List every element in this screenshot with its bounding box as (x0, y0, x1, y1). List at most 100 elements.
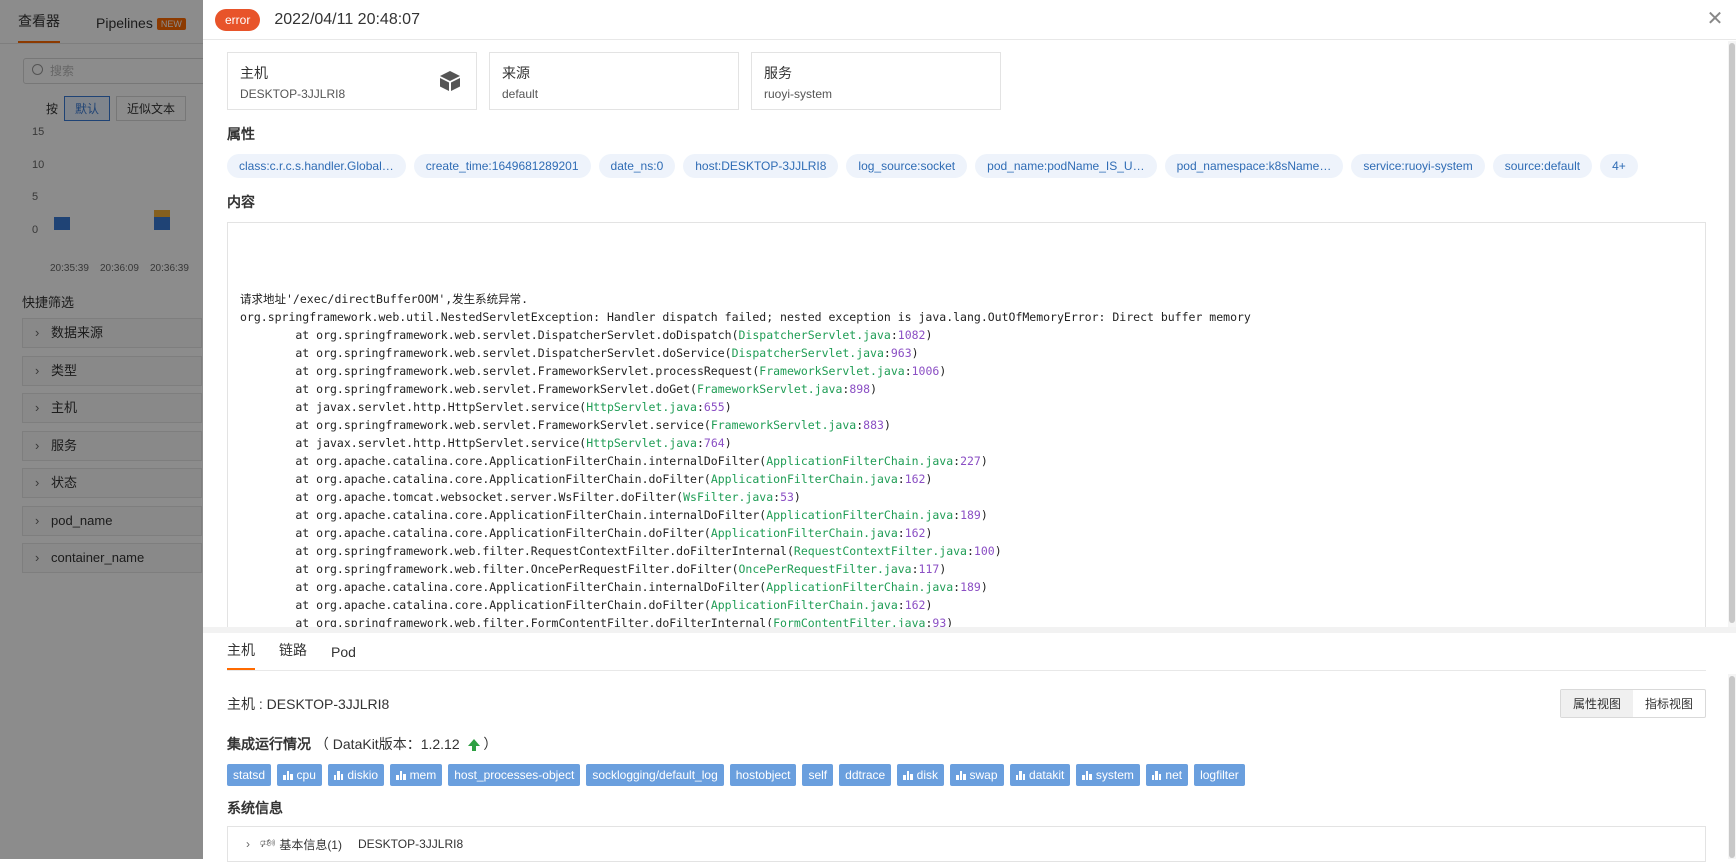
summary-card-value: DESKTOP-3JJLRI8 (240, 87, 346, 101)
upgrade-arrow-icon[interactable] (467, 738, 480, 751)
integration-chip[interactable]: datakit (1009, 764, 1071, 786)
integration-chip[interactable]: logfilter (1194, 764, 1245, 786)
log-line: at org.springframework.web.filter.OncePe… (240, 562, 947, 576)
log-line: at org.springframework.web.servlet.Frame… (240, 364, 947, 378)
upper-scrollbar[interactable] (1728, 41, 1736, 627)
log-line: at javax.servlet.http.HttpServlet.servic… (240, 400, 732, 414)
integration-chip[interactable]: hostobject (729, 764, 797, 786)
content-title: 内容 (227, 194, 255, 210)
close-icon[interactable]: ✕ (1706, 9, 1724, 29)
log-line-number: 655 (703, 400, 725, 414)
summary-card-title: 来源 (502, 65, 530, 81)
log-line: at org.springframework.web.servlet.Dispa… (240, 346, 919, 360)
log-line-number: 227 (960, 454, 981, 468)
integration-chip[interactable]: cpu (277, 764, 322, 786)
log-line-number: 898 (849, 382, 871, 396)
log-line-number: 764 (703, 436, 725, 450)
attribute-tag[interactable]: host:DESKTOP-3JJLRI8 (683, 154, 839, 178)
log-source-file[interactable]: ApplicationFilterChain.java (711, 598, 898, 612)
integration-chip[interactable]: disk (897, 764, 945, 786)
integration-chip[interactable]: ddtrace (839, 764, 892, 786)
log-source-file[interactable]: ApplicationFilterChain.java (766, 454, 953, 468)
log-source-file[interactable]: HttpServlet.java (586, 436, 697, 450)
log-source-file[interactable]: ApplicationFilterChain.java (711, 472, 898, 486)
integration-chip[interactable]: diskio (327, 764, 385, 786)
log-source-file[interactable]: FormContentFilter.java (773, 616, 925, 627)
log-line-number: 189 (960, 580, 981, 594)
system-info-row[interactable]: › 🕬 基本信息(1) DESKTOP-3JJLRI8 (227, 826, 1706, 862)
log-source-file[interactable]: DispatcherServlet.java (739, 328, 891, 342)
summary-card-2: 服务 ruoyi-system (751, 52, 1001, 110)
attribute-tag[interactable]: create_time:1649681289201 (413, 154, 591, 178)
integration-chip-label: ddtrace (845, 768, 886, 782)
log-detail-upper: 主机 DESKTOP-3JJLRI8 来源 default 服务 ruoyi-system… (203, 41, 1728, 627)
log-source-file[interactable]: ApplicationFilterChain.java (711, 526, 898, 540)
log-line-number: 100 (973, 544, 995, 558)
attribute-tag[interactable]: service:ruoyi-system (1351, 154, 1485, 178)
attribute-tag[interactable]: class:c.r.c.s.handler.Global… (227, 154, 406, 178)
log-source-file[interactable]: WsFilter.java (683, 490, 773, 504)
bar-chart-icon (903, 770, 913, 780)
system-info-title: 系统信息 (227, 800, 283, 816)
integration-chip-label: diskio (347, 768, 379, 782)
copy-icon[interactable] (1681, 235, 1693, 248)
attribute-tag[interactable]: 4+ (1600, 154, 1638, 178)
summary-card-title: 主机 (240, 65, 268, 81)
view-toggle-option[interactable]: 指标视图 (1633, 690, 1705, 717)
attribute-tag[interactable]: date_ns:0 (598, 154, 676, 178)
datakit-version: （ DataKit版本：1.2.12 (314, 736, 460, 752)
log-source-file[interactable]: RequestContextFilter.java (794, 544, 967, 558)
tab-0[interactable]: 主机 (227, 640, 255, 670)
bar-chart-icon (956, 770, 966, 780)
status-badge: error (215, 8, 261, 31)
log-source-file[interactable]: FrameworkServlet.java (697, 382, 842, 396)
integration-chip[interactable]: mem (390, 764, 443, 786)
log-line-number: 162 (904, 598, 926, 612)
log-source-file[interactable]: HttpServlet.java (586, 400, 697, 414)
attribute-tag[interactable]: log_source:socket (846, 154, 968, 178)
integration-chip-label: net (1165, 768, 1183, 782)
tab-1[interactable]: 链路 (279, 640, 307, 670)
attribute-tag[interactable]: pod_name:podName_IS_U… (975, 154, 1157, 178)
log-source-file[interactable]: OncePerRequestFilter.java (739, 562, 912, 576)
attribute-tag[interactable]: pod_namespace:k8sName… (1164, 154, 1344, 178)
log-line: 请求地址'/exec/directBufferOOM',发生系统异常. (240, 292, 529, 306)
log-detail-drawer: error 2022/04/11 20:48:07 ✕ 主机 DESKTOP-3J… (203, 0, 1736, 862)
tab-2[interactable]: Pod (331, 644, 356, 670)
integration-title: 集成运行情况 （ DataKit版本：1.2.12 ） (227, 736, 498, 752)
integration-chip-label: system (1095, 768, 1134, 782)
log-line-number: 162 (904, 472, 926, 486)
log-source-file[interactable]: FrameworkServlet.java (759, 364, 904, 378)
integration-chip[interactable]: statsd (227, 764, 272, 786)
host-title: 主机 : DESKTOP-3JJLRI8 (227, 695, 390, 712)
integration-chip-label: cpu (296, 768, 316, 782)
drawer-header: error 2022/04/11 20:48:07 ✕ (203, 0, 1736, 40)
summary-card-value: ruoyi-system (764, 87, 833, 101)
attribute-tag[interactable]: source:default (1492, 154, 1593, 178)
bar-chart-icon (1082, 770, 1092, 780)
integration-chip-label: socklogging/default_log (592, 768, 718, 782)
log-line: at javax.servlet.http.HttpServlet.servic… (240, 436, 732, 450)
view-toggle-option[interactable]: 属性视图 (1560, 690, 1633, 717)
integration-chip[interactable]: swap (950, 764, 1004, 786)
integration-chip-label: self (808, 768, 828, 782)
lower-tabs: 主机 链路 Pod (227, 633, 1706, 671)
log-source-file[interactable]: FrameworkServlet.java (711, 418, 856, 432)
log-time: 2022/04/11 20:48:07 (274, 10, 420, 28)
log-line: at org.springframework.web.servlet.Dispa… (240, 328, 933, 342)
chevron-right-icon[interactable]: › (246, 837, 250, 851)
basic-info-value: DESKTOP-3JJLRI8 (357, 837, 464, 851)
integration-chip[interactable]: socklogging/default_log (586, 764, 724, 786)
lower-scrollbar[interactable] (1728, 674, 1736, 859)
integration-chip-label: swap (969, 768, 998, 782)
integration-chip-label: mem (409, 768, 437, 782)
integration-chip[interactable]: net (1145, 764, 1189, 786)
integration-chip[interactable]: self (802, 764, 834, 786)
log-source-file[interactable]: ApplicationFilterChain.java (766, 508, 953, 522)
integration-chip[interactable]: host_processes-object (448, 764, 581, 786)
log-line-number: 117 (918, 562, 940, 576)
log-source-file[interactable]: DispatcherServlet.java (732, 346, 884, 360)
integration-chip-label: hostobject (735, 768, 791, 782)
log-source-file[interactable]: ApplicationFilterChain.java (766, 580, 953, 594)
integration-chip[interactable]: system (1076, 764, 1140, 786)
